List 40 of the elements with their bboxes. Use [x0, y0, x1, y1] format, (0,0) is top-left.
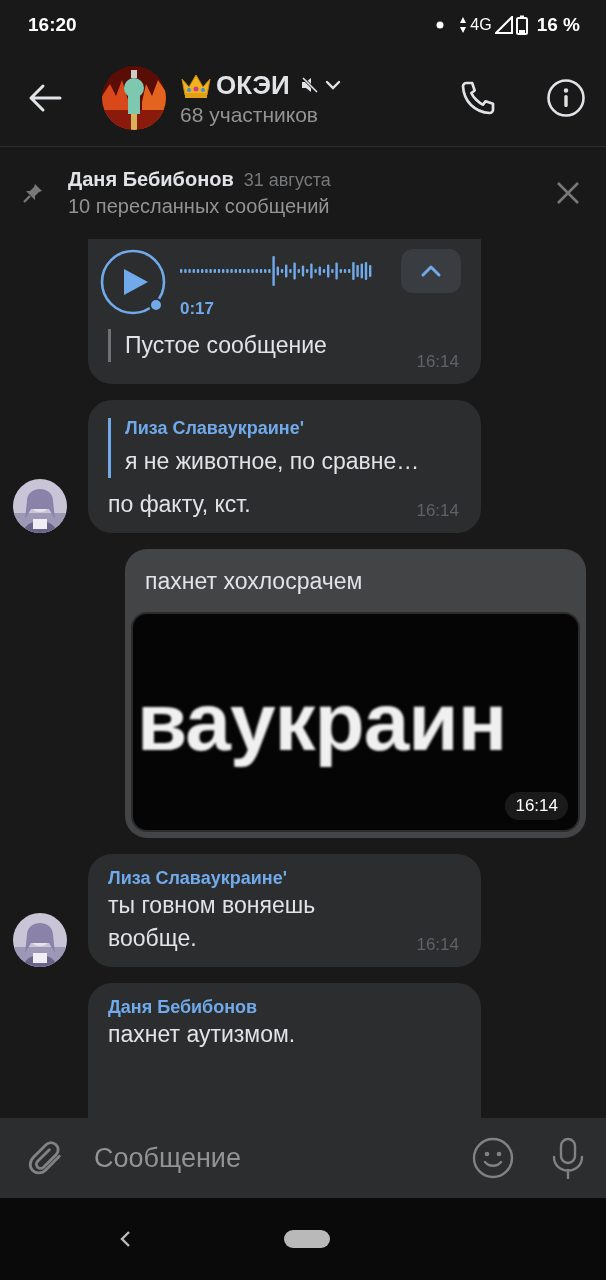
message-time: 16:14 — [416, 935, 459, 955]
pin-icon — [22, 182, 44, 204]
message-time: 16:14 — [416, 352, 459, 372]
message-text: Пустое сообщение — [125, 331, 327, 360]
pinned-date: 31 августа — [243, 170, 331, 191]
play-button[interactable] — [100, 249, 168, 317]
notification-dot-icon — [436, 21, 445, 29]
data-arrows-icon — [459, 16, 468, 34]
chevron-up-icon — [420, 264, 442, 278]
chevron-down-icon[interactable] — [323, 79, 342, 91]
sender-name: Лиза Славаукраине' — [108, 868, 288, 889]
message-text: ты говном воняешь вообще. — [108, 891, 317, 953]
close-button[interactable] — [556, 181, 580, 205]
battery-level: 16 % — [536, 14, 580, 36]
nav-back-button[interactable] — [118, 1229, 132, 1249]
pinned-message[interactable]: 10 пересланных сообщений — [68, 195, 556, 218]
message-text: пахнет аутизмом. — [108, 1020, 297, 1049]
chat-title: ОКЭИ — [216, 69, 290, 101]
pinned-author: Даня Бебибонов — [68, 168, 234, 191]
emoji-button[interactable] — [472, 1137, 514, 1179]
message-text: по факту, кст. — [108, 490, 251, 519]
network-type: 4G — [470, 16, 492, 34]
sender-name: Даня Бебибонов — [108, 997, 259, 1018]
home-pill-button[interactable] — [284, 1230, 330, 1248]
image-attachment[interactable]: ваукраин 16:14 — [131, 612, 580, 832]
collapse-button[interactable] — [401, 249, 461, 293]
message-time: 16:14 — [505, 792, 568, 820]
image-text: ваукраин — [137, 675, 507, 769]
signal-icon — [494, 16, 513, 34]
reply-author: Лиза Славаукраине' — [125, 418, 305, 439]
message-time: 16:14 — [416, 501, 459, 521]
status-time: 16:20 — [28, 14, 77, 36]
reply-text: я не животное, по сравне… — [125, 447, 421, 476]
battery-icon — [515, 15, 528, 35]
back-button[interactable] — [28, 83, 62, 113]
voice-duration: 0:17 — [180, 299, 216, 319]
microphone-button[interactable] — [550, 1137, 586, 1179]
info-button[interactable] — [546, 78, 586, 118]
message-text: пахнет хохлосрачем — [144, 567, 364, 596]
member-count: 68 участников — [180, 102, 320, 127]
